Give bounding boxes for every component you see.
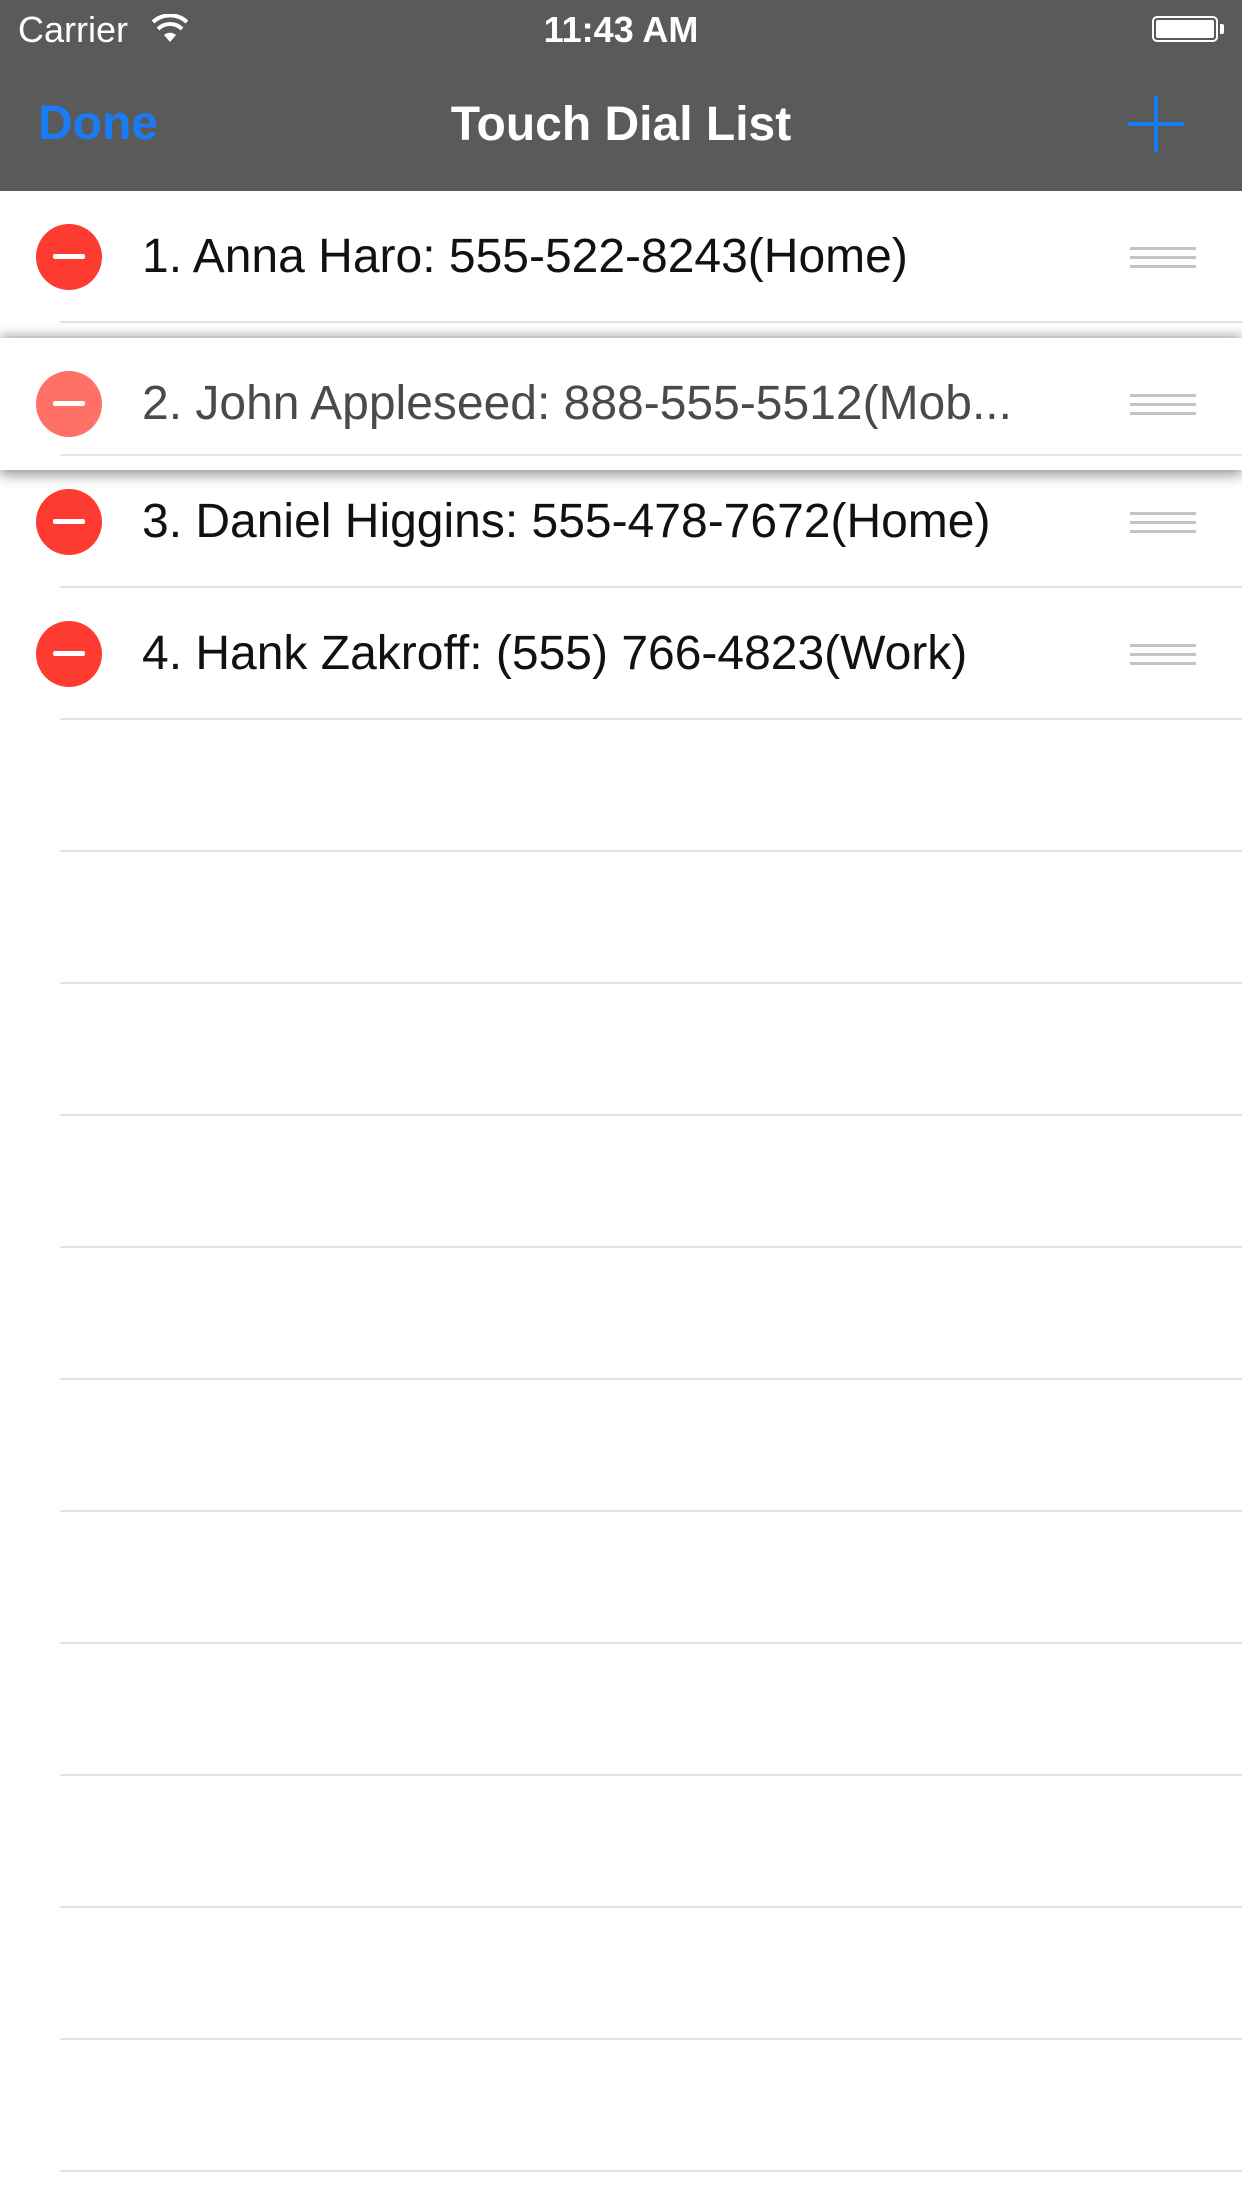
empty-row-separator — [60, 1774, 1242, 1776]
row-separator — [60, 718, 1242, 720]
reorder-handle-icon[interactable] — [1130, 644, 1196, 665]
battery-tip — [1220, 24, 1224, 34]
page-title: Touch Dial List — [450, 98, 792, 151]
list-item[interactable]: 4. Hank Zakroff: (555) 766-4823(Work) — [0, 588, 1242, 720]
nav-bar: Done Touch Dial List — [0, 62, 1242, 191]
empty-row-separator — [60, 2038, 1242, 2040]
contact-label: 1. Anna Haro: 555-522-8243(Home) — [142, 230, 908, 283]
list-item[interactable]: 1. Anna Haro: 555-522-8243(Home) — [0, 191, 1242, 323]
status-time: 11:43 AM — [543, 9, 699, 50]
empty-row-separator — [60, 1114, 1242, 1116]
reorder-handle-icon[interactable] — [1130, 394, 1196, 415]
row-separator — [60, 454, 1242, 456]
delete-icon[interactable] — [36, 224, 102, 290]
empty-row-separator — [60, 1906, 1242, 1908]
delete-icon[interactable] — [36, 621, 102, 687]
delete-icon[interactable] — [36, 371, 102, 437]
empty-row-separator — [60, 850, 1242, 852]
battery-icon — [1152, 16, 1218, 42]
list-item[interactable]: 3. Daniel Higgins: 555-478-7672(Home) — [0, 456, 1242, 588]
navigation-bar: Carrier 11:43 AM Done Touch Dial List — [0, 0, 1242, 191]
row-separator — [60, 321, 1242, 323]
contact-label: 4. Hank Zakroff: (555) 766-4823(Work) — [142, 627, 968, 680]
reorder-handle-icon[interactable] — [1130, 512, 1196, 533]
empty-row-separator — [60, 1246, 1242, 1248]
plus-icon[interactable] — [1128, 96, 1184, 152]
delete-icon[interactable] — [36, 489, 102, 555]
contact-label: 3. Daniel Higgins: 555-478-7672(Home) — [142, 495, 991, 548]
empty-row-separator — [60, 1378, 1242, 1380]
empty-row-separator — [60, 2170, 1242, 2172]
empty-row-separator — [60, 982, 1242, 984]
status-bar: Carrier 11:43 AM — [0, 0, 1242, 62]
list-item-dragging[interactable]: 2. John Appleseed: 888-555-5512(Mob... — [0, 338, 1242, 470]
empty-row-separator — [60, 1510, 1242, 1512]
contact-label: 2. John Appleseed: 888-555-5512(Mob... — [142, 377, 1012, 430]
empty-row-separator — [60, 1642, 1242, 1644]
reorder-handle-icon[interactable] — [1130, 247, 1196, 268]
